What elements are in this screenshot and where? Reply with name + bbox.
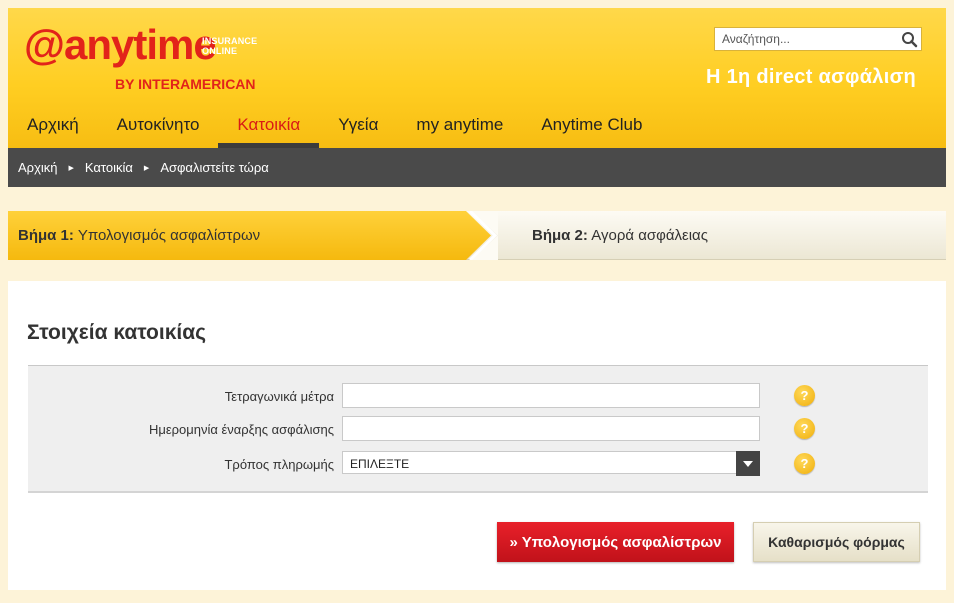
payment-method-label: Τρόπος πληρωμής bbox=[224, 457, 334, 472]
site-header: @anytime INSURANCE ONLINE BY INTERAMERIC… bbox=[8, 8, 946, 148]
payment-method-select[interactable]: ΕΠΙΛΕΞΤΕ bbox=[342, 451, 760, 476]
progress-steps: Βήμα 1: Υπολογισμός ασφαλίστρων Βήμα 2: … bbox=[8, 211, 946, 260]
property-details-form: Τετραγωνικά μέτρα ? Ημερομηνία έναρξης α… bbox=[28, 365, 928, 493]
nav-tab-health[interactable]: Υγεία bbox=[319, 108, 397, 148]
clear-form-button[interactable]: Καθαρισμός φόρμας bbox=[753, 522, 920, 562]
breadcrumb-home-insurance[interactable]: Κατοικία bbox=[85, 160, 133, 175]
help-icon[interactable]: ? bbox=[794, 418, 815, 439]
nav-tab-my-anytime[interactable]: my anytime bbox=[397, 108, 522, 148]
chevron-right-icon: ▶ bbox=[68, 164, 74, 172]
square-meters-label: Τετραγωνικά μέτρα bbox=[224, 389, 334, 404]
anytime-logo[interactable]: @anytime INSURANCE ONLINE BY INTERAMERIC… bbox=[24, 24, 269, 96]
logo-by-interamerican: BY INTERAMERICAN bbox=[115, 76, 256, 92]
start-date-label: Ημερομηνία έναρξης ασφάλισης bbox=[148, 422, 334, 437]
step-2: Βήμα 2: Αγορά ασφάλειας bbox=[532, 227, 708, 244]
chevron-down-icon[interactable] bbox=[736, 451, 760, 476]
start-date-input[interactable] bbox=[342, 416, 760, 441]
step-1: Βήμα 1: Υπολογισμός ασφαλίστρων bbox=[18, 227, 261, 244]
nav-tab-car[interactable]: Αυτοκίνητο bbox=[98, 108, 219, 148]
help-icon[interactable]: ? bbox=[794, 453, 815, 474]
breadcrumb-home[interactable]: Αρχική bbox=[18, 160, 58, 175]
breadcrumb: Αρχική ▶ Κατοικία ▶ Ασφαλιστείτε τώρα bbox=[8, 148, 946, 187]
logo-wordmark: @anytime bbox=[24, 21, 217, 68]
form-panel: Στοιχεία κατοικίας Τετραγωνικά μέτρα ? Η… bbox=[8, 281, 946, 590]
tagline: Η 1η direct ασφάλιση bbox=[706, 66, 917, 88]
search-box bbox=[714, 27, 922, 51]
form-row-payment-method: Τρόπος πληρωμής ΕΠΙΛΕΞΤΕ ? bbox=[28, 451, 928, 477]
square-meters-input[interactable] bbox=[342, 383, 760, 408]
breadcrumb-current: Ασφαλιστείτε τώρα bbox=[160, 160, 269, 175]
form-row-start-date: Ημερομηνία έναρξης ασφάλισης ? bbox=[28, 416, 928, 442]
main-nav: Αρχική Αυτοκίνητο Κατοικία Υγεία my anyt… bbox=[8, 108, 661, 148]
calculate-premium-button[interactable]: » Υπολογισμός ασφαλίστρων bbox=[497, 522, 734, 562]
nav-tab-home[interactable]: Αρχική bbox=[8, 108, 98, 148]
nav-tab-anytime-club[interactable]: Anytime Club bbox=[522, 108, 661, 148]
search-input[interactable] bbox=[715, 28, 895, 50]
search-icon[interactable] bbox=[901, 31, 918, 48]
chevron-right-icon: ▶ bbox=[143, 164, 150, 172]
logo-tag: INSURANCE ONLINE bbox=[202, 36, 258, 56]
form-row-square-meters: Τετραγωνικά μέτρα ? bbox=[28, 383, 928, 409]
nav-tab-home-insurance[interactable]: Κατοικία bbox=[218, 108, 319, 148]
help-icon[interactable]: ? bbox=[794, 385, 815, 406]
payment-method-value: ΕΠΙΛΕΞΤΕ bbox=[350, 457, 410, 471]
form-title: Στοιχεία κατοικίας bbox=[27, 321, 207, 344]
